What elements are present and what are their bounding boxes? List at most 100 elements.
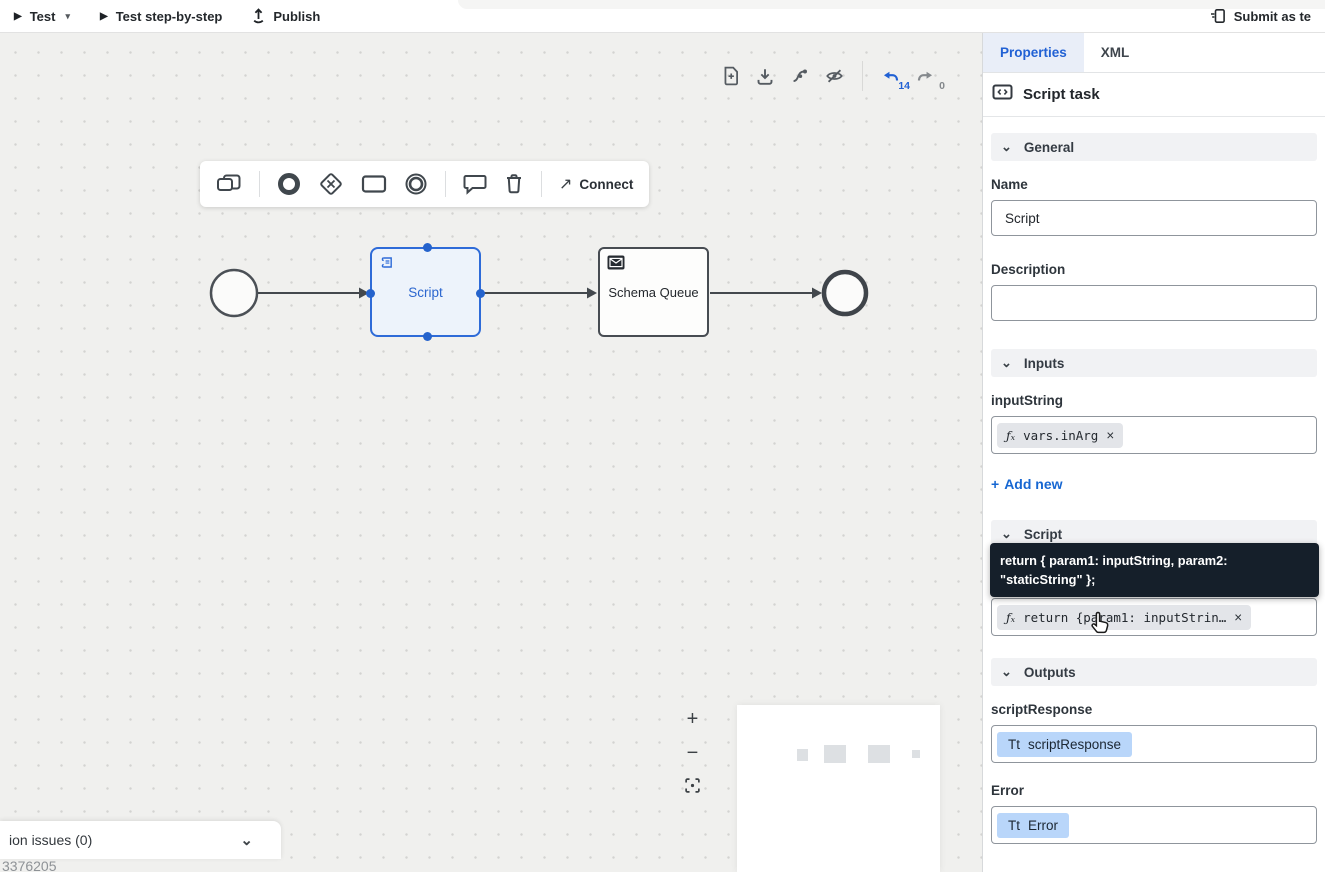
section-inputs[interactable]: ⌄ Inputs (991, 349, 1317, 377)
tooltip-line-1: return { param1: inputString, param2: (1000, 553, 1228, 568)
add-new-button[interactable]: + Add new (991, 476, 1063, 492)
connection-handle[interactable] (423, 243, 432, 252)
script-response-chip[interactable]: Tt scriptResponse (997, 731, 1133, 757)
connection-handle[interactable] (423, 332, 432, 341)
panel-title: Script task (1023, 86, 1100, 103)
minimap-node (824, 745, 846, 763)
minimap-node (797, 749, 808, 761)
topbar-left-group: ▶ Test ▾ ▶ Test step-by-step Publish (14, 8, 320, 24)
test-step-label: Test step-by-step (115, 8, 223, 24)
start-event-icon[interactable] (277, 172, 301, 196)
test-step-by-step-button[interactable]: ▶ Test step-by-step (100, 9, 222, 24)
gateway-icon[interactable] (318, 171, 344, 197)
start-event-node[interactable] (209, 268, 259, 318)
tab-xml[interactable]: XML (1084, 33, 1147, 72)
section-outputs-label: Outputs (1023, 664, 1076, 680)
script-expression-chip[interactable]: ƒₓ return {param1: inputStrin… × (997, 604, 1252, 630)
overlay-tab-artifact (458, 0, 1325, 9)
plus-icon: + (991, 476, 1000, 492)
issues-label: ion issues (0) (9, 832, 93, 848)
test-run-label: Test (29, 8, 56, 24)
build-number: 3376205 (2, 858, 57, 872)
tab-properties[interactable]: Properties (983, 33, 1084, 72)
zoom-controls: + − (684, 709, 701, 798)
delete-trash-icon[interactable] (504, 173, 524, 195)
connect-button[interactable]: ↗ Connect (559, 174, 633, 194)
description-label: Description (991, 262, 1066, 277)
end-event-icon[interactable] (404, 172, 428, 196)
section-general[interactable]: ⌄ General (991, 133, 1317, 161)
panel-content: ⌄ General Name Description ⌄ Inputs inpu… (983, 117, 1325, 844)
fit-view-button[interactable] (684, 777, 701, 798)
caret-down-icon[interactable]: ▾ (65, 11, 70, 22)
error-field[interactable]: Tt Error (991, 806, 1317, 844)
publish-label: Publish (273, 8, 321, 24)
script-scroll-icon (379, 255, 394, 270)
minimap-node (868, 745, 890, 763)
script-response-label: scriptResponse (991, 702, 1093, 717)
input-string-field[interactable]: ƒₓ vars.inArg × (991, 416, 1317, 454)
section-general-label: General (1023, 139, 1075, 155)
chevron-down-icon[interactable]: ⌄ (240, 831, 253, 849)
properties-panel: Properties XML Script task ⌄ General Nam… (982, 33, 1325, 872)
script-response-field[interactable]: Tt scriptResponse (991, 725, 1317, 763)
connection-handle[interactable] (476, 289, 485, 298)
task-icon[interactable] (361, 174, 387, 194)
publish-button[interactable]: Publish (252, 8, 320, 24)
text-type-icon: Tt (1008, 817, 1020, 833)
test-run-button[interactable]: ▶ Test ▾ (14, 9, 70, 24)
script-tooltip: return { param1: inputString, param2: "s… (990, 543, 1319, 598)
message-envelope-icon (607, 255, 625, 270)
toolbar-separator (259, 171, 260, 197)
connect-label: Connect (579, 176, 634, 192)
submit-label: Submit as te (1233, 8, 1311, 24)
chip-close-icon[interactable]: × (1106, 428, 1114, 443)
error-chip[interactable]: Tt Error (997, 812, 1069, 838)
script-chip-text: return {param1: inputStrin… (1023, 609, 1227, 625)
text-type-icon: Tt (1008, 736, 1020, 752)
input-string-chip[interactable]: ƒₓ vars.inArg × (997, 422, 1124, 448)
play-icon: ▶ (14, 10, 22, 22)
description-input[interactable] (991, 285, 1317, 321)
tooltip-line-2: "staticString" }; (1000, 572, 1096, 588)
publish-launch-icon (252, 8, 265, 24)
section-inputs-label: Inputs (1023, 355, 1065, 371)
arrowhead (812, 287, 822, 299)
arrowhead (587, 287, 597, 299)
zoom-out-button[interactable]: − (687, 743, 699, 763)
script-response-chip-text: scriptResponse (1028, 736, 1122, 752)
group-shapes-icon[interactable] (216, 173, 242, 195)
section-script-label: Script (1023, 526, 1063, 542)
panel-tabs: Properties XML (983, 33, 1325, 73)
script-task-label: Script (408, 284, 443, 300)
zoom-in-button[interactable]: + (687, 709, 699, 729)
chip-close-icon[interactable]: × (1234, 610, 1242, 625)
panel-title-row: Script task (983, 73, 1325, 117)
script-task-node[interactable]: Script (366, 243, 485, 341)
minimap-node (912, 750, 920, 758)
chevron-down-icon: ⌄ (1001, 664, 1012, 679)
toolbar-separator (445, 171, 446, 197)
submit-as-template-button[interactable]: Submit as te (1210, 8, 1311, 24)
fx-expression-icon: ƒₓ (1006, 427, 1016, 443)
end-event-node[interactable] (821, 269, 869, 317)
add-new-label: Add new (1004, 476, 1063, 492)
shape-palette-toolbar: ↗ Connect (200, 161, 650, 207)
topbar: ▶ Test ▾ ▶ Test step-by-step Publish Sub… (0, 0, 1325, 33)
diagram-canvas[interactable]: 14 0 ↗ Connect Script Schema Queue + − i… (0, 33, 982, 872)
input-string-chip-text: vars.inArg (1023, 427, 1099, 443)
minimap[interactable] (737, 705, 940, 872)
app-root: ▶ Test ▾ ▶ Test step-by-step Publish Sub… (0, 0, 1325, 872)
script-expression-field[interactable]: ƒₓ return {param1: inputStrin… × (991, 598, 1317, 636)
validation-issues-panel[interactable]: ion issues (0) ⌄ (0, 821, 281, 859)
arrow-northeast-icon: ↗ (559, 176, 573, 193)
annotation-icon[interactable] (463, 173, 487, 195)
name-input[interactable] (991, 200, 1317, 236)
input-string-label: inputString (991, 393, 1063, 408)
schema-queue-task-label: Schema Queue (608, 284, 699, 300)
connection-handle[interactable] (366, 289, 375, 298)
chevron-down-icon: ⌄ (1001, 355, 1012, 370)
section-outputs[interactable]: ⌄ Outputs (991, 658, 1317, 686)
chevron-down-icon: ⌄ (1001, 139, 1012, 154)
schema-queue-task-node[interactable]: Schema Queue (598, 247, 709, 337)
